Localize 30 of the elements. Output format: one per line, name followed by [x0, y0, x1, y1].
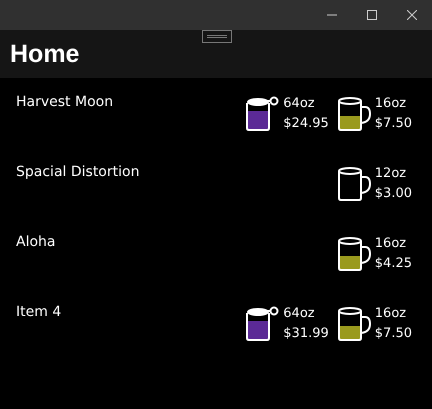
- price-label: $7.50: [374, 115, 412, 133]
- drag-handle-icon[interactable]: [202, 30, 232, 43]
- item-name: Item 4: [16, 303, 62, 322]
- size-label: 64oz: [283, 305, 316, 323]
- page-title: Home: [10, 40, 80, 68]
- mug-icon: [336, 95, 373, 133]
- list-item[interactable]: Spacial Distortion 12oz $3.00: [16, 162, 412, 232]
- list-item[interactable]: Aloha 16oz $4.25: [16, 232, 412, 302]
- size-label: 64oz: [283, 95, 316, 113]
- price-label: $24.95: [283, 115, 329, 133]
- mug-icon: [336, 235, 373, 273]
- price-label: $31.99: [283, 325, 329, 343]
- close-icon: [407, 10, 417, 20]
- mug-icon: [336, 165, 373, 203]
- item-name: Aloha: [16, 233, 56, 252]
- size-label: 16oz: [374, 95, 408, 113]
- growler-icon: [245, 305, 282, 343]
- list-item[interactable]: Harvest Moon 64oz $24.95 16oz $7.50: [16, 92, 412, 162]
- price-label: $7.50: [374, 325, 412, 343]
- mug-icon: [336, 305, 373, 343]
- size-label: 12oz: [374, 165, 408, 183]
- list-item[interactable]: Item 4 64oz $31.99 16oz $7.50: [16, 302, 412, 372]
- item-name: Spacial Distortion: [16, 163, 140, 182]
- item-name: Harvest Moon: [16, 93, 114, 112]
- size-label: 16oz: [374, 305, 408, 323]
- price-label: $3.00: [374, 185, 412, 203]
- maximize-icon: [367, 10, 377, 20]
- size-label: 16oz: [374, 235, 408, 253]
- growler-icon: [245, 95, 282, 133]
- price-label: $4.25: [374, 255, 412, 273]
